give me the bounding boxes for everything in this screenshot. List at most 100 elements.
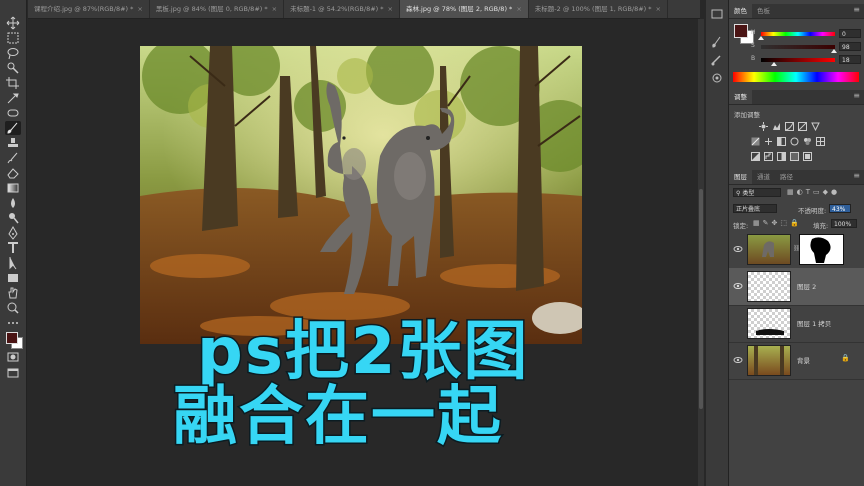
tab-channels[interactable]: 通道 [752, 170, 775, 184]
gradient-tool-icon[interactable] [5, 181, 21, 195]
foreground-color-swatch-front[interactable] [6, 332, 18, 344]
brightness-slider[interactable]: B 18 [751, 55, 861, 66]
panel-menu-icon[interactable]: ≡ [853, 91, 860, 100]
tab-layers[interactable]: 图层 [729, 170, 752, 184]
tab-swatches[interactable]: 色板 [752, 4, 775, 18]
fill-field[interactable]: 100% [831, 219, 857, 228]
marquee-tool-icon[interactable] [5, 31, 21, 45]
document-tab[interactable]: 未标题-1 @ 54.2%(RGB/8#) * × [284, 0, 400, 18]
layer-name[interactable]: 图层 2 [797, 281, 816, 291]
black-white-icon[interactable] [777, 137, 786, 146]
invert-icon[interactable] [751, 152, 760, 161]
eye-icon[interactable] [733, 355, 743, 365]
document-tab[interactable]: 未标题-2 @ 100% (图层 1, RGB/8#) * × [528, 0, 668, 18]
quick-select-tool-icon[interactable] [5, 61, 21, 75]
layer-row[interactable]: 背景 🔒 [729, 342, 864, 380]
brush-presets-icon[interactable] [710, 54, 724, 66]
dodge-tool-icon[interactable] [5, 211, 21, 225]
levels-adjust-icon[interactable] [772, 122, 781, 131]
foreground-color-chip-front[interactable] [734, 24, 748, 38]
layer-filter-select[interactable]: ⚲ 类型 [733, 188, 781, 197]
color-balance-icon[interactable] [764, 137, 773, 146]
selective-color-icon[interactable] [803, 152, 812, 161]
layer-thumbnail[interactable] [747, 234, 791, 265]
eyedropper-tool-icon[interactable] [5, 91, 21, 105]
panel-menu-icon[interactable]: ≡ [853, 5, 860, 14]
layer-thumbnail[interactable] [747, 271, 791, 302]
more-tools-icon[interactable] [5, 316, 21, 330]
tab-adjustments[interactable]: 调整 [729, 90, 752, 104]
path-select-tool-icon[interactable] [5, 256, 21, 270]
pen-tool-icon[interactable] [5, 226, 21, 240]
history-icon[interactable] [710, 8, 724, 20]
document-tab-active[interactable]: 森林.jpg @ 78% (图层 2, RGB/8) * × [399, 0, 529, 18]
vibrance-adjust-icon[interactable] [811, 122, 820, 131]
color-spectrum-bar[interactable] [733, 72, 859, 82]
document-tab[interactable]: 黑板.jpg @ 84% (图层 0, RGB/8#) * × [149, 0, 285, 18]
curves-adjust-icon[interactable] [785, 122, 794, 131]
slider-value[interactable]: 0 [839, 29, 861, 38]
saturation-slider[interactable]: S 98 [751, 42, 861, 53]
posterize-icon[interactable] [764, 152, 773, 161]
close-icon[interactable]: × [272, 5, 277, 13]
panel-menu-icon[interactable]: ≡ [853, 171, 860, 180]
properties-icon[interactable] [710, 72, 724, 84]
photo-filter-icon[interactable] [790, 137, 799, 146]
screen-mode-icon[interactable] [5, 366, 21, 380]
eraser-tool-icon[interactable] [5, 166, 21, 180]
eye-icon[interactable] [733, 244, 743, 254]
slider-track[interactable] [761, 45, 835, 49]
close-icon[interactable]: × [388, 5, 393, 13]
vertical-scrollbar[interactable] [698, 19, 704, 486]
layer-mask-thumbnail[interactable] [799, 234, 844, 265]
slider-handle[interactable] [758, 36, 764, 40]
threshold-icon[interactable] [777, 152, 786, 161]
close-icon[interactable]: × [656, 5, 661, 13]
blur-tool-icon[interactable] [5, 196, 21, 210]
layer-row-selected[interactable]: 图层 2 [729, 268, 864, 306]
gradient-map-icon[interactable] [790, 152, 799, 161]
lock-icons[interactable]: ▦✎✥⬚🔒 [753, 219, 802, 227]
hue-saturation-icon[interactable] [751, 137, 760, 146]
layer-row[interactable]: ⛓ [729, 231, 864, 269]
slider-handle[interactable] [771, 62, 778, 66]
brush-tool-icon[interactable] [5, 121, 21, 135]
quick-mask-icon[interactable] [5, 350, 21, 364]
lasso-tool-icon[interactable] [5, 46, 21, 60]
channel-mixer-icon[interactable] [803, 137, 812, 146]
layer-name[interactable]: 图层 1 拷贝 [797, 318, 831, 328]
color-lookup-icon[interactable] [816, 137, 825, 146]
close-icon[interactable]: × [516, 5, 521, 13]
slider-value[interactable]: 18 [839, 55, 861, 64]
layer-thumbnail[interactable] [747, 345, 791, 376]
layer-filter-icons[interactable]: ▦◐T▭◆● [787, 188, 840, 196]
tab-paths[interactable]: 路径 [775, 170, 798, 184]
zoom-tool-icon[interactable] [5, 301, 21, 315]
hand-tool-icon[interactable] [5, 286, 21, 300]
slider-value[interactable]: 98 [839, 42, 861, 51]
brush-settings-icon[interactable] [710, 36, 724, 48]
slider-handle[interactable] [830, 49, 837, 53]
move-tool-icon[interactable] [5, 16, 21, 30]
scrollbar-thumb[interactable] [699, 189, 703, 409]
history-brush-tool-icon[interactable] [5, 151, 21, 165]
close-icon[interactable]: × [137, 5, 142, 13]
opacity-field[interactable]: 43% [829, 204, 851, 213]
exposure-adjust-icon[interactable] [798, 122, 807, 131]
layer-row[interactable]: 图层 1 拷贝 [729, 305, 864, 343]
type-tool-icon[interactable] [5, 241, 21, 255]
hue-slider[interactable]: H 0 [751, 29, 861, 40]
layer-thumbnail[interactable] [747, 308, 791, 339]
crop-tool-icon[interactable] [5, 76, 21, 90]
slider-track[interactable] [761, 32, 835, 36]
eye-icon[interactable] [733, 281, 743, 291]
brightness-adjust-icon[interactable] [759, 122, 768, 131]
blend-mode-select[interactable]: 正片叠底 [733, 204, 777, 213]
layer-name[interactable]: 背景 [797, 355, 810, 365]
document-tab[interactable]: 课程介绍.jpg @ 87%(RGB/8#) * × [28, 0, 150, 18]
tab-color[interactable]: 颜色 [729, 4, 752, 18]
eye-toggle-empty[interactable] [733, 318, 743, 328]
rectangle-tool-icon[interactable] [5, 271, 21, 285]
healing-brush-tool-icon[interactable] [5, 106, 21, 120]
clone-stamp-tool-icon[interactable] [5, 136, 21, 150]
